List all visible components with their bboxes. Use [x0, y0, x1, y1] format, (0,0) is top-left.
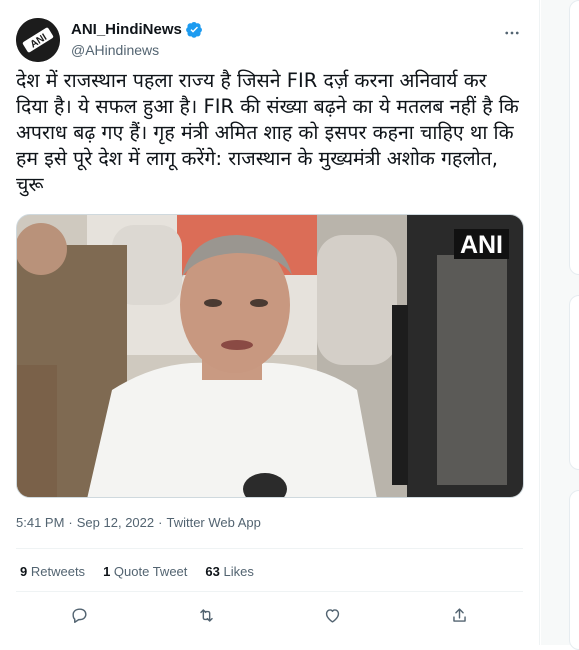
sidebar-card [569, 490, 579, 650]
quotes-stat[interactable]: 1 Quote Tweet [103, 564, 187, 579]
tweet-actions [16, 600, 523, 630]
share-button[interactable] [444, 600, 476, 630]
tweet-header: ANI ANI_HindiNews @AHindinews [16, 18, 523, 62]
media-video-frame [17, 215, 523, 497]
quotes-label: Quote Tweet [113, 564, 188, 579]
author-handle[interactable]: @AHindinews [71, 42, 203, 58]
tweet-date[interactable]: Sep 12, 2022 [77, 515, 154, 530]
like-button[interactable] [317, 600, 349, 630]
tweet-media[interactable]: ANI [16, 214, 524, 498]
tweet-stats: 9 Retweets 1 Quote Tweet 63 Likes [20, 564, 254, 579]
reply-button[interactable] [63, 600, 95, 630]
retweets-stat[interactable]: 9 Retweets [20, 564, 85, 579]
reply-icon [72, 607, 87, 623]
quotes-count: 1 [103, 564, 111, 579]
media-watermark-badge: ANI [453, 229, 509, 259]
retweets-count: 9 [20, 564, 28, 579]
meta-separator: · [68, 515, 73, 530]
tweet-time[interactable]: 5:41 PM [16, 515, 64, 530]
divider [16, 591, 523, 592]
more-icon[interactable] [503, 24, 521, 42]
tweet-text: देश में राजस्थान पहला राज्य है जिसने FIR… [16, 69, 519, 196]
share-icon [453, 607, 466, 622]
likes-label: Likes [223, 564, 254, 579]
avatar[interactable]: ANI [16, 18, 60, 62]
retweets-label: Retweets [30, 564, 86, 579]
display-name[interactable]: ANI_HindiNews [71, 21, 182, 38]
divider [16, 548, 523, 549]
like-icon [326, 608, 340, 623]
sidebar-card [569, 0, 579, 275]
tweet-meta: 5:41 PM · Sep 12, 2022 · Twitter Web App [16, 515, 261, 530]
meta-separator: · [158, 515, 163, 530]
right-sidebar [541, 0, 579, 650]
likes-count: 63 [205, 564, 220, 579]
verified-icon [185, 21, 203, 38]
tweet-source[interactable]: Twitter Web App [166, 515, 260, 530]
tweet-column: ANI ANI_HindiNews @AHindinews देश में रा… [0, 0, 540, 645]
retweet-button[interactable] [190, 600, 222, 630]
author-names: ANI_HindiNews @AHindinews [71, 21, 203, 58]
retweet-icon [199, 608, 213, 622]
likes-stat[interactable]: 63 Likes [205, 564, 253, 579]
sidebar-card [569, 295, 579, 470]
display-name-row: ANI_HindiNews [71, 21, 203, 38]
